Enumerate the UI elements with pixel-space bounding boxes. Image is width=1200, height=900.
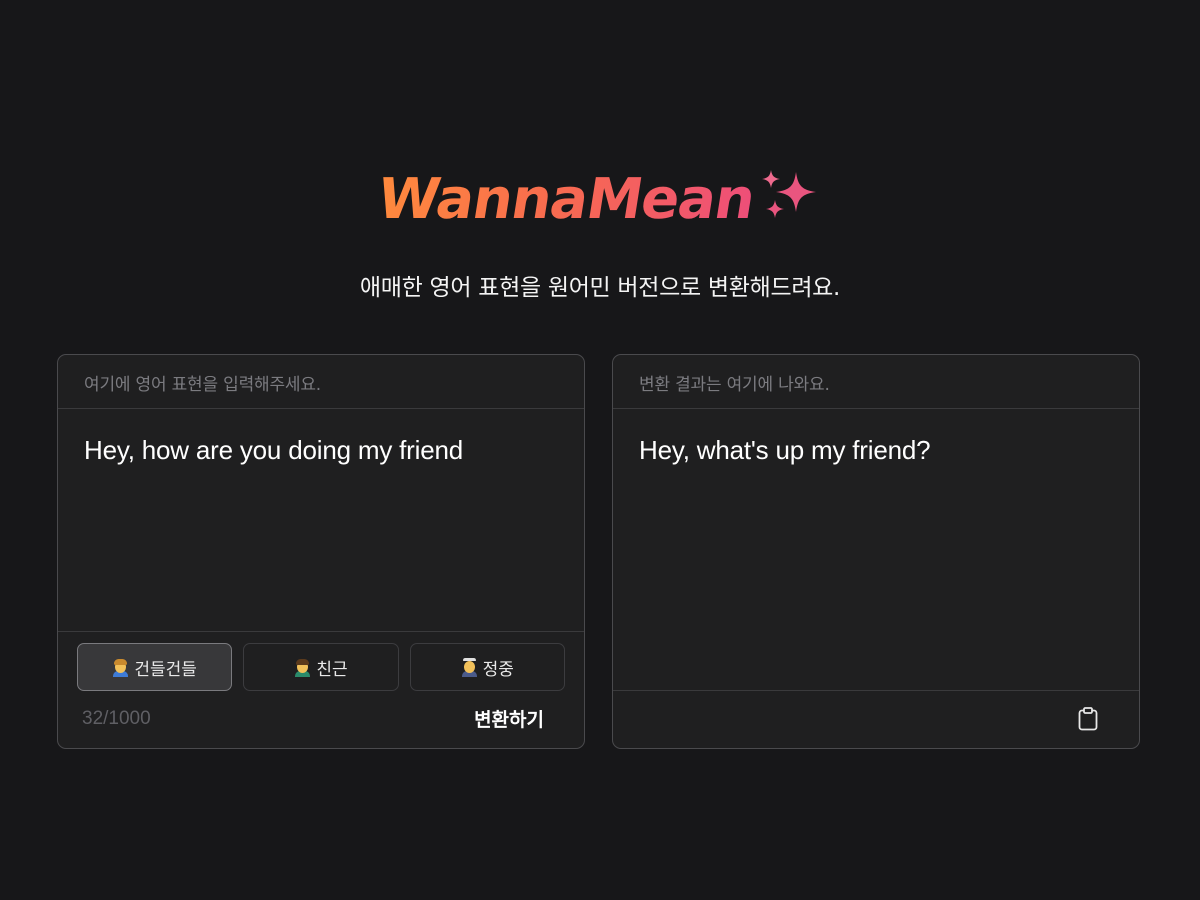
tone-button-friendly[interactable]: 친근	[243, 643, 399, 691]
character-counter: 32/1000	[82, 707, 151, 729]
logo: WannaMean	[0, 160, 1200, 240]
casual-person-emoji	[112, 658, 129, 677]
sparkle-icon	[761, 170, 816, 218]
tone-selector: 건들건들 친근 정중	[58, 632, 584, 691]
tone-button-casual[interactable]: 건들건들	[77, 643, 233, 691]
output-footer	[613, 691, 1139, 731]
input-placeholder: 여기에 영어 표현을 입력해주세요.	[58, 355, 584, 409]
clipboard-icon[interactable]	[1077, 707, 1099, 731]
output-text: Hey, what's up my friend?	[613, 409, 1139, 691]
tone-label: 정중	[482, 659, 514, 680]
input-textarea[interactable]: Hey, how are you doing my friend	[58, 409, 584, 632]
app-page: WannaMean 애매한 영어 표현을 원어민 버전으로 변환해드려요. 여기…	[0, 0, 1200, 900]
polite-person-emoji	[461, 658, 477, 677]
input-footer: 32/1000 변환하기	[58, 691, 584, 732]
convert-button[interactable]: 변환하기	[474, 705, 544, 732]
friendly-person-emoji	[294, 658, 311, 677]
logo-text: WannaMean	[373, 167, 760, 232]
input-panel: 여기에 영어 표현을 입력해주세요. Hey, how are you doin…	[57, 354, 585, 749]
tone-label: 친근	[316, 659, 348, 680]
output-panel: 변환 결과는 여기에 나와요. Hey, what's up my friend…	[612, 354, 1140, 749]
tone-button-polite[interactable]: 정중	[409, 643, 565, 691]
subtitle: 애매한 영어 표현을 원어민 버전으로 변환해드려요.	[359, 275, 841, 301]
output-placeholder: 변환 결과는 여기에 나와요.	[613, 355, 1139, 409]
tone-label: 건들건들	[134, 659, 197, 680]
